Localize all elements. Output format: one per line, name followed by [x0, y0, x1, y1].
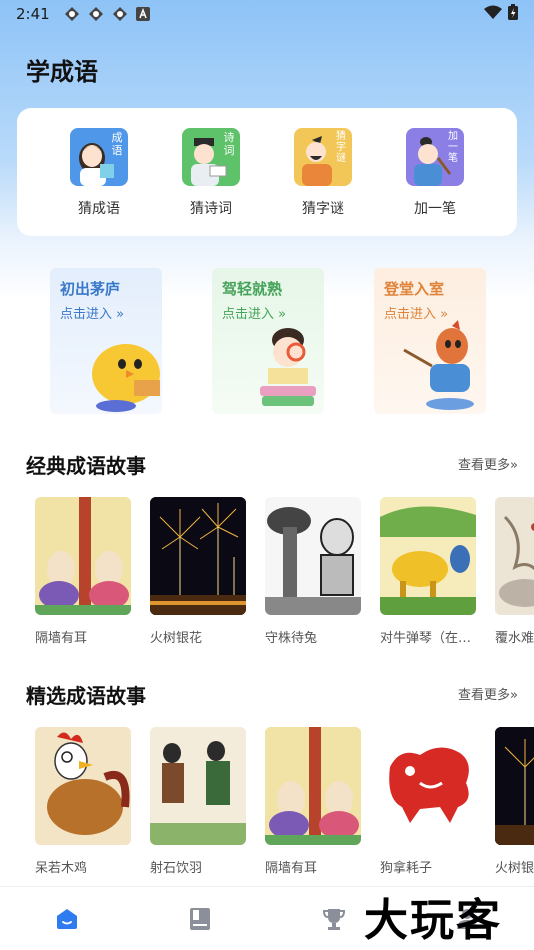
home-icon — [56, 908, 77, 929]
fireworks-illustration — [150, 497, 246, 615]
story-label: 隔墙有耳 — [35, 631, 88, 646]
tab-book[interactable] — [170, 899, 230, 939]
game-add-stroke[interactable]: 加一笔 加一笔 — [395, 128, 475, 218]
status-bar: 2:41 — [0, 0, 534, 28]
page-title: 学成语 — [26, 58, 98, 86]
level-advanced-card[interactable]: 登堂入室 点击进入 » — [374, 268, 486, 414]
fireworks-illustration — [495, 727, 534, 845]
story-card[interactable]: 覆水难 — [495, 497, 534, 657]
game-label: 猜成语 — [78, 201, 120, 217]
level-enter-link: 点击进入 » — [222, 307, 287, 322]
ox-lute-illustration — [380, 497, 476, 615]
horse-scholar-icon — [403, 320, 474, 410]
tab-home[interactable] — [37, 899, 97, 939]
game-guess-poetry[interactable]: 诗词 猜诗词 — [171, 128, 251, 218]
story-label: 隔墙有耳 — [265, 861, 318, 876]
classic-stories-list: 隔墙有耳 火树银花 守株待兔 对牛弹琴（在… 覆水难 — [35, 497, 534, 657]
level-enter-link: 点击进入 » — [60, 307, 125, 322]
game-guess-idiom[interactable]: 成语 猜成语 — [59, 128, 139, 218]
tree-stump-illustration — [265, 497, 361, 615]
yellow-chick-icon — [92, 344, 160, 412]
story-label: 狗拿耗子 — [380, 861, 433, 876]
wifi-icon — [484, 5, 502, 23]
level-cards: 初出茅庐 点击进入 » 驾轻就熟 点击进入 » 登堂入室 点击进入 » — [50, 268, 486, 414]
featured-stories-list: 呆若木鸡 射石饮羽 隔墙有耳 狗拿耗子 火树银 — [35, 727, 534, 887]
wall-ears-illustration — [35, 497, 131, 615]
story-card[interactable]: 隔墙有耳 — [35, 497, 131, 657]
story-card[interactable]: 隔墙有耳 — [265, 727, 361, 887]
riddle-man-icon: 猜字谜 — [294, 128, 352, 186]
game-label: 加一笔 — [414, 201, 456, 217]
story-card[interactable]: 射石饮羽 — [150, 727, 246, 887]
level-title: 驾轻就熟 — [222, 280, 283, 298]
add-stroke-boy-icon: 加一笔 — [406, 128, 464, 186]
classic-stories-title: 经典成语故事 — [26, 454, 146, 478]
featured-stories-title: 精选成语故事 — [26, 684, 146, 708]
watermark-logo: 大玩客 — [364, 895, 502, 946]
story-card[interactable]: 守株待兔 — [265, 497, 361, 657]
wall-ears-illustration — [265, 727, 361, 845]
book-icon — [190, 907, 211, 930]
notification-icon-2 — [88, 6, 104, 22]
story-label: 火树银花 — [150, 631, 203, 646]
text-a-icon — [135, 7, 150, 21]
notification-icon-3 — [112, 6, 128, 22]
story-label: 守株待兔 — [265, 631, 318, 646]
story-label: 射石饮羽 — [150, 861, 203, 876]
game-label: 猜字谜 — [302, 201, 344, 217]
rooster-illustration — [35, 727, 131, 845]
story-card[interactable]: 火树银花 — [150, 497, 246, 657]
story-card[interactable]: 对牛弹琴（在… — [380, 497, 476, 657]
classic-see-more-link[interactable]: 查看更多» — [458, 454, 518, 473]
game-label: 猜诗词 — [190, 201, 232, 217]
reading-boy-icon — [260, 328, 316, 406]
tab-trophy[interactable] — [304, 899, 364, 939]
poetry-scholar-icon: 诗词 — [182, 128, 240, 186]
level-title: 登堂入室 — [384, 280, 445, 298]
story-card[interactable]: 呆若木鸡 — [35, 727, 131, 887]
trophy-icon — [322, 908, 345, 930]
story-label: 火树银 — [495, 861, 534, 876]
level-title: 初出茅庐 — [60, 280, 121, 298]
archer-illustration — [150, 727, 246, 845]
story-label: 覆水难 — [495, 631, 534, 646]
story-card[interactable]: 火树银 — [495, 727, 534, 887]
game-modes-card: 成语 猜成语 诗词 猜诗词 猜字谜 猜字谜 加一笔 加一笔 — [17, 108, 517, 236]
dog-papercut-illustration — [380, 727, 476, 845]
level-skilled-card[interactable]: 驾轻就熟 点击进入 » — [212, 268, 324, 414]
idiom-girl-icon: 成语 — [70, 128, 128, 186]
spilled-water-illustration — [495, 497, 534, 615]
battery-icon — [508, 4, 518, 24]
notification-icon-1 — [64, 6, 80, 22]
featured-see-more-link[interactable]: 查看更多» — [458, 684, 518, 703]
game-guess-riddle[interactable]: 猜字谜 猜字谜 — [283, 128, 363, 218]
story-label: 呆若木鸡 — [35, 861, 88, 876]
level-beginner-card[interactable]: 初出茅庐 点击进入 » — [50, 268, 162, 414]
story-label: 对牛弹琴（在… — [380, 631, 472, 646]
status-time: 2:41 — [16, 5, 50, 23]
story-card[interactable]: 狗拿耗子 — [380, 727, 476, 887]
